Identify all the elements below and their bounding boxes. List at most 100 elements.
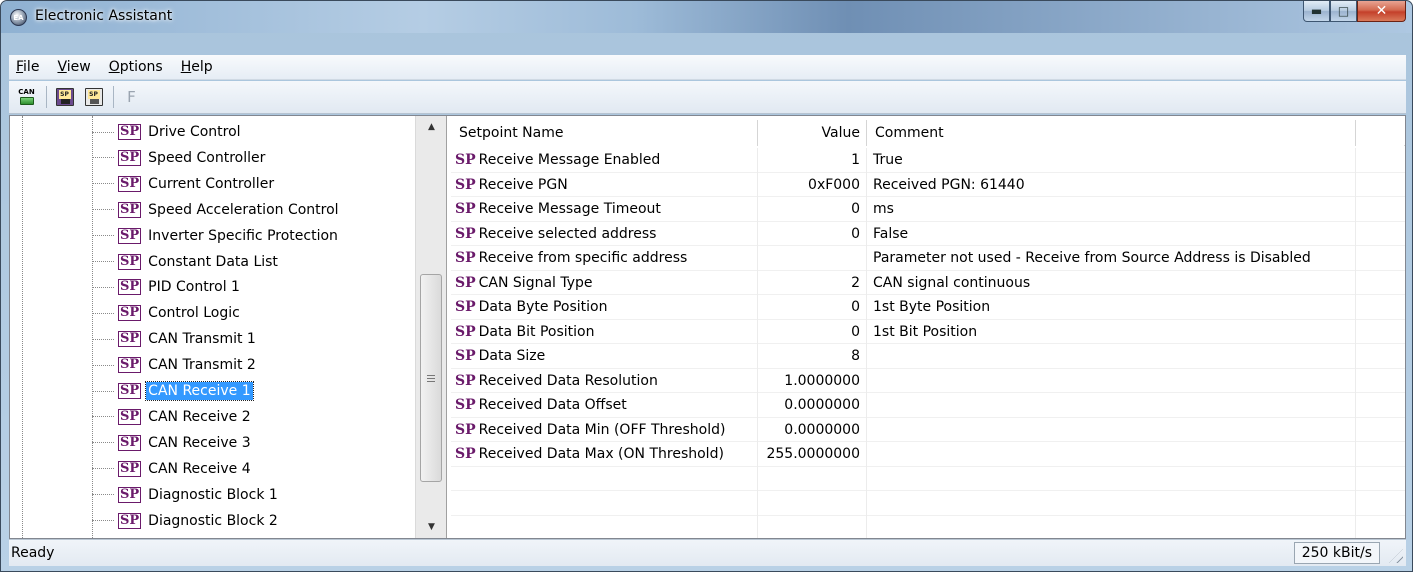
empty-row [451, 491, 1405, 516]
setpoint-value-cell[interactable]: 0 [758, 221, 867, 246]
column-header-comment[interactable]: Comment [867, 120, 1356, 146]
table-row[interactable]: SP Received Data Min (OFF Threshold) 0.000… [451, 417, 1405, 442]
menu-help[interactable]: Help [179, 58, 215, 76]
setpoint-name-cell[interactable]: SP Received Data Max (ON Threshold) [451, 442, 758, 467]
setpoint-name-cell[interactable]: SP Receive selected address [451, 221, 758, 246]
tree-item[interactable]: SP CAN Receive 4 [92, 456, 253, 482]
setpoint-name-cell[interactable]: SP Receive PGN [451, 172, 758, 197]
setpoint-icon: SP [455, 250, 476, 267]
tree-item[interactable]: SP Current Controller [92, 171, 276, 197]
minimize-icon: ▬ [1310, 4, 1323, 18]
tree-connector [92, 520, 114, 521]
setpoint-name-cell[interactable]: SP Data Byte Position [451, 295, 758, 320]
open-setpoint-file-button[interactable]: SP [53, 86, 76, 109]
tree-item[interactable]: SP CAN Receive 2 [92, 404, 253, 430]
setpoint-value-cell[interactable]: 1 [758, 148, 867, 173]
tree-item[interactable]: SP CAN Receive 1 [92, 378, 254, 404]
maximize-button[interactable]: □ [1330, 1, 1357, 22]
filler-cell [1356, 442, 1404, 467]
setpoint-value-cell[interactable] [758, 246, 867, 271]
setpoint-grid[interactable]: Setpoint Name Value Comment SP Receive Me… [451, 116, 1405, 538]
setpoint-group-tree[interactable]: SP Drive Control SP Speed Controller SP Curre… [10, 116, 447, 538]
setpoint-value-cell[interactable]: 1.0000000 [758, 368, 867, 393]
column-header-setpoint-name[interactable]: Setpoint Name [451, 120, 758, 146]
setpoint-value-cell[interactable]: 0xF000 [758, 172, 867, 197]
table-row[interactable]: SP Receive selected address 0 False [451, 221, 1405, 246]
table-row[interactable]: SP Data Byte Position 0 1st Byte Position [451, 295, 1405, 320]
menu-view-accel: V [57, 59, 67, 75]
menu-options-accel: O [108, 59, 120, 75]
setpoint-value-cell[interactable]: 0 [758, 319, 867, 344]
tree-item[interactable]: SP Speed Acceleration Control [92, 197, 341, 223]
table-row[interactable]: SP Received Data Resolution 1.0000000 [451, 368, 1405, 393]
tree-vertical-scrollbar[interactable]: ▲ ▼ [415, 116, 446, 538]
table-row[interactable]: SP Receive from specific address Parameter… [451, 246, 1405, 271]
title-bar[interactable]: EA Electronic Assistant ▬ □ ✕ [1, 1, 1412, 33]
setpoint-value-cell[interactable]: 8 [758, 344, 867, 369]
tree-item[interactable]: SP Constant Data List [92, 249, 280, 275]
close-button[interactable]: ✕ [1357, 1, 1406, 22]
grid-header: Setpoint Name Value Comment [451, 120, 1405, 146]
table-row[interactable]: SP Receive Message Timeout 0 ms [451, 197, 1405, 222]
flash-button[interactable]: F [120, 86, 143, 109]
tree-item[interactable]: SP Diagnostic Block 1 [92, 482, 280, 508]
setpoint-name-cell[interactable]: SP CAN Signal Type [451, 270, 758, 295]
resize-grip-icon[interactable] [1389, 549, 1403, 563]
table-row[interactable]: SP Receive PGN 0xF000 Received PGN: 61440 [451, 172, 1405, 197]
tree-item-label: CAN Receive 2 [148, 408, 251, 425]
menu-file[interactable]: File [14, 58, 41, 76]
menu-options[interactable]: Options [107, 58, 165, 76]
can-connect-button[interactable]: CAN [15, 86, 38, 109]
minimize-button[interactable]: ▬ [1303, 1, 1330, 22]
empty-cell [758, 515, 867, 538]
tree-item[interactable]: SP CAN Receive 3 [92, 430, 253, 456]
tree-item[interactable]: SP Speed Controller [92, 145, 267, 171]
setpoint-value-cell[interactable]: 0 [758, 197, 867, 222]
tree-item[interactable]: SP CAN Transmit 1 [92, 326, 258, 352]
table-row[interactable]: SP Data Bit Position 0 1st Bit Position [451, 319, 1405, 344]
setpoint-icon: SP [118, 357, 142, 374]
setpoint-name-cell[interactable]: SP Received Data Offset [451, 393, 758, 418]
setpoint-name-cell[interactable]: SP Data Size [451, 344, 758, 369]
tree-connector [92, 261, 114, 262]
setpoint-comment-cell: 1st Byte Position [867, 295, 1356, 320]
tree-item[interactable]: SP Control Logic [92, 300, 242, 326]
app-logo-icon[interactable]: EA [10, 9, 27, 26]
setpoint-name-cell[interactable]: SP Received Data Resolution [451, 368, 758, 393]
scrollbar-thumb[interactable] [420, 274, 442, 482]
column-header-value[interactable]: Value [758, 120, 867, 146]
setpoint-icon: SP [455, 225, 476, 242]
setpoint-name-cell[interactable]: SP Received Data Min (OFF Threshold) [451, 417, 758, 442]
scroll-down-button[interactable]: ▼ [416, 516, 446, 538]
setpoint-name-cell[interactable]: SP Data Bit Position [451, 319, 758, 344]
setpoint-icon: SP [455, 201, 476, 218]
tree-item[interactable]: SP PID Control 1 [92, 274, 242, 300]
save-setpoint-file-button[interactable]: SP [82, 86, 105, 109]
tree-item[interactable]: SP Inverter Specific Protection [92, 223, 340, 249]
setpoint-name-cell[interactable]: SP Receive Message Enabled [451, 148, 758, 173]
table-row[interactable]: SP Received Data Offset 0.0000000 [451, 393, 1405, 418]
table-row[interactable]: SP Received Data Max (ON Threshold) 255.00… [451, 442, 1405, 467]
tree-connector [92, 157, 114, 159]
menu-help-accel: H [180, 59, 192, 75]
setpoint-icon: SP [455, 397, 476, 414]
setpoint-value-cell[interactable]: 0.0000000 [758, 417, 867, 442]
menu-view-label: iew [66, 59, 91, 75]
setpoint-value-cell[interactable]: 2 [758, 270, 867, 295]
setpoint-value-cell[interactable]: 255.0000000 [758, 442, 867, 467]
table-row[interactable]: SP Data Size 8 [451, 344, 1405, 369]
setpoint-value-cell[interactable]: 0 [758, 295, 867, 320]
table-row[interactable]: SP CAN Signal Type 2 CAN signal continuous [451, 270, 1405, 295]
setpoint-value-cell[interactable]: 0.0000000 [758, 393, 867, 418]
setpoint-name-cell[interactable]: SP Receive Message Timeout [451, 197, 758, 222]
menu-file-label: ile [23, 59, 40, 75]
menu-view[interactable]: View [55, 58, 92, 76]
tree-item[interactable]: SP Diagnostic Block 2 [92, 508, 280, 534]
tree-item[interactable]: SP Drive Control [92, 119, 243, 145]
scroll-up-button[interactable]: ▲ [416, 116, 446, 138]
setpoint-name-cell[interactable]: SP Receive from specific address [451, 246, 758, 271]
tree-item[interactable]: SP CAN Transmit 2 [92, 352, 258, 378]
setpoint-comment-cell [867, 417, 1356, 442]
table-row[interactable]: SP Receive Message Enabled 1 True [451, 148, 1405, 173]
setpoint-name: Receive from specific address [478, 250, 688, 267]
